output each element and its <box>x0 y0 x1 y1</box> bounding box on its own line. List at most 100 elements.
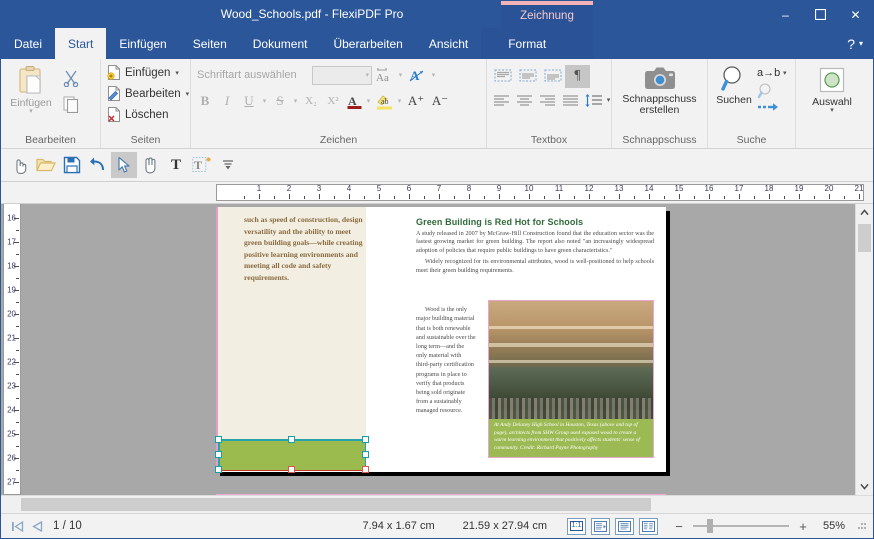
strikethrough-button[interactable]: S <box>269 90 291 112</box>
previous-page-button[interactable] <box>27 516 47 536</box>
superscript-button[interactable]: X² <box>322 90 344 112</box>
maximize-button[interactable] <box>803 1 838 28</box>
zoom-out-button[interactable]: − <box>671 519 687 534</box>
resize-handle-bottom-center[interactable] <box>288 466 295 473</box>
pdf-page-1[interactable]: such as speed of construction, design ve… <box>215 207 666 473</box>
close-button[interactable]: ✕ <box>838 1 873 28</box>
touch-mode-button[interactable] <box>7 152 33 178</box>
font-name-input[interactable]: Schriftart auswählen <box>194 66 312 85</box>
change-case-caret-icon[interactable]: ▾ <box>396 71 405 79</box>
change-case-button[interactable]: Aa <box>372 64 396 86</box>
align-center-button[interactable] <box>513 89 536 111</box>
tab-dokument[interactable]: Dokument <box>240 28 321 59</box>
align-middle-button[interactable] <box>515 65 540 87</box>
grow-font-button[interactable]: A⁺ <box>404 90 428 112</box>
photo-beam-1 <box>489 325 653 329</box>
highlight-caret-icon[interactable]: ▾ <box>395 97 404 105</box>
vertical-scroll-thumb[interactable] <box>858 224 871 252</box>
underline-button[interactable]: U <box>238 90 260 112</box>
resize-handle-bottom-left[interactable] <box>215 466 222 473</box>
zoom-slider[interactable] <box>693 519 789 533</box>
resize-handle-bottom-right[interactable] <box>362 466 369 473</box>
find-button[interactable]: Suchen <box>711 62 757 106</box>
page-edit-button[interactable]: Bearbeiten ▾ <box>104 83 192 104</box>
underline-caret-icon[interactable]: ▾ <box>260 97 269 105</box>
align-bottom-button[interactable] <box>540 65 565 87</box>
actual-size-view-button[interactable]: 1:1 <box>567 517 586 535</box>
document-left-column[interactable]: such as speed of construction, design ve… <box>218 207 366 440</box>
show-paragraph-marks-button[interactable]: ¶ <box>565 64 590 88</box>
horizontal-scrollbar[interactable] <box>1 495 873 513</box>
vertical-ruler[interactable]: 16 17 18 19 20 21 22 23 24 25 26 27 <box>3 204 21 495</box>
strikethrough-caret-icon[interactable]: ▾ <box>291 97 300 105</box>
text-tool-button[interactable]: T <box>163 152 189 178</box>
tab-ueberarbeiten[interactable]: Überarbeiten <box>320 28 415 59</box>
page-delete-button[interactable]: Löschen <box>104 104 171 125</box>
tab-start[interactable]: Start <box>55 28 107 59</box>
resize-handle-middle-right[interactable] <box>362 451 369 458</box>
selection-button[interactable]: Auswahl ▾ <box>799 62 865 114</box>
font-color-button[interactable]: A <box>344 90 364 112</box>
page-insert-caret-icon: ▾ <box>175 69 179 77</box>
document-narrow-column[interactable]: Wood is the only major building material… <box>416 299 476 422</box>
undo-button[interactable] <box>85 152 111 178</box>
page-indicator[interactable]: 1 / 10 <box>53 520 82 532</box>
justify-button[interactable] <box>559 89 582 111</box>
scroll-up-button[interactable] <box>856 204 873 221</box>
font-color-caret-icon[interactable]: ▾ <box>364 97 373 105</box>
font-size-input[interactable]: ▾ <box>312 65 372 85</box>
replace-label[interactable]: a→b <box>757 67 780 79</box>
create-snapshot-button[interactable]: Schnappschuss erstellen <box>615 62 704 116</box>
horizontal-scroll-thumb[interactable] <box>21 498 651 511</box>
resize-handle-top-left[interactable] <box>215 436 222 443</box>
text-effects-button[interactable]: A <box>405 64 429 86</box>
single-page-view-button[interactable] <box>591 517 610 535</box>
tab-ansicht[interactable]: Ansicht <box>416 28 481 59</box>
tab-seiten[interactable]: Seiten <box>180 28 240 59</box>
find-again-button[interactable] <box>757 82 787 100</box>
tab-datei[interactable]: Datei <box>1 28 55 59</box>
align-left-button[interactable] <box>490 89 513 111</box>
horizontal-ruler[interactable]: 1 2 3 4 5 6 7 8 9 10 11 12 13 14 15 16 17 18 19 20 21 <box>216 184 864 201</box>
bold-button[interactable]: B <box>194 90 216 112</box>
cut-button[interactable] <box>58 65 84 91</box>
tab-format[interactable]: Format <box>481 28 574 59</box>
copy-button[interactable] <box>58 91 84 117</box>
paste-button[interactable]: Einfügen ▾ <box>4 61 58 115</box>
resize-handle-top-right[interactable] <box>362 436 369 443</box>
resize-handle-top-center[interactable] <box>288 436 295 443</box>
facing-pages-view-button[interactable] <box>639 517 658 535</box>
shrink-font-button[interactable]: A⁻ <box>428 90 452 112</box>
document-article[interactable]: Green Building is Red Hot for Schools A … <box>416 217 654 275</box>
document-canvas[interactable]: such as speed of construction, design ve… <box>23 204 851 495</box>
toolbar-overflow-button[interactable] <box>215 152 241 178</box>
italic-button[interactable]: I <box>216 90 238 112</box>
zoom-in-button[interactable]: + <box>795 519 811 534</box>
align-top-button[interactable] <box>490 65 515 87</box>
resize-grip[interactable] <box>853 519 867 533</box>
help-icon: ? <box>847 35 855 52</box>
align-right-button[interactable] <box>536 89 559 111</box>
continuous-view-button[interactable] <box>615 517 634 535</box>
save-button[interactable] <box>59 152 85 178</box>
text-effects-caret-icon[interactable]: ▾ <box>429 71 438 79</box>
tab-einfuegen[interactable]: Einfügen <box>106 28 179 59</box>
open-button[interactable] <box>33 152 59 178</box>
add-text-tool-button[interactable]: T <box>189 152 215 178</box>
hand-tool-button[interactable] <box>137 152 163 178</box>
vertical-scrollbar[interactable] <box>855 204 873 495</box>
article-photo[interactable]: At Andy Delaney High School in Houston, … <box>488 300 654 458</box>
find-next-button[interactable] <box>757 100 787 114</box>
page-insert-button[interactable]: Einfügen ▾ <box>104 62 182 83</box>
first-page-button[interactable] <box>7 516 27 536</box>
line-spacing-button[interactable] <box>582 89 604 111</box>
select-tool-button[interactable] <box>111 152 137 178</box>
minimize-button[interactable]: – <box>768 1 803 28</box>
scroll-down-button[interactable] <box>856 478 873 495</box>
highlight-button[interactable]: ab <box>373 90 395 112</box>
resize-handle-middle-left[interactable] <box>215 451 222 458</box>
help-button[interactable]: ? ▾ <box>847 28 873 59</box>
subscript-button[interactable]: X₂ <box>300 90 322 112</box>
replace-caret-icon[interactable]: ▾ <box>780 69 789 77</box>
zoom-slider-knob[interactable] <box>707 519 713 533</box>
